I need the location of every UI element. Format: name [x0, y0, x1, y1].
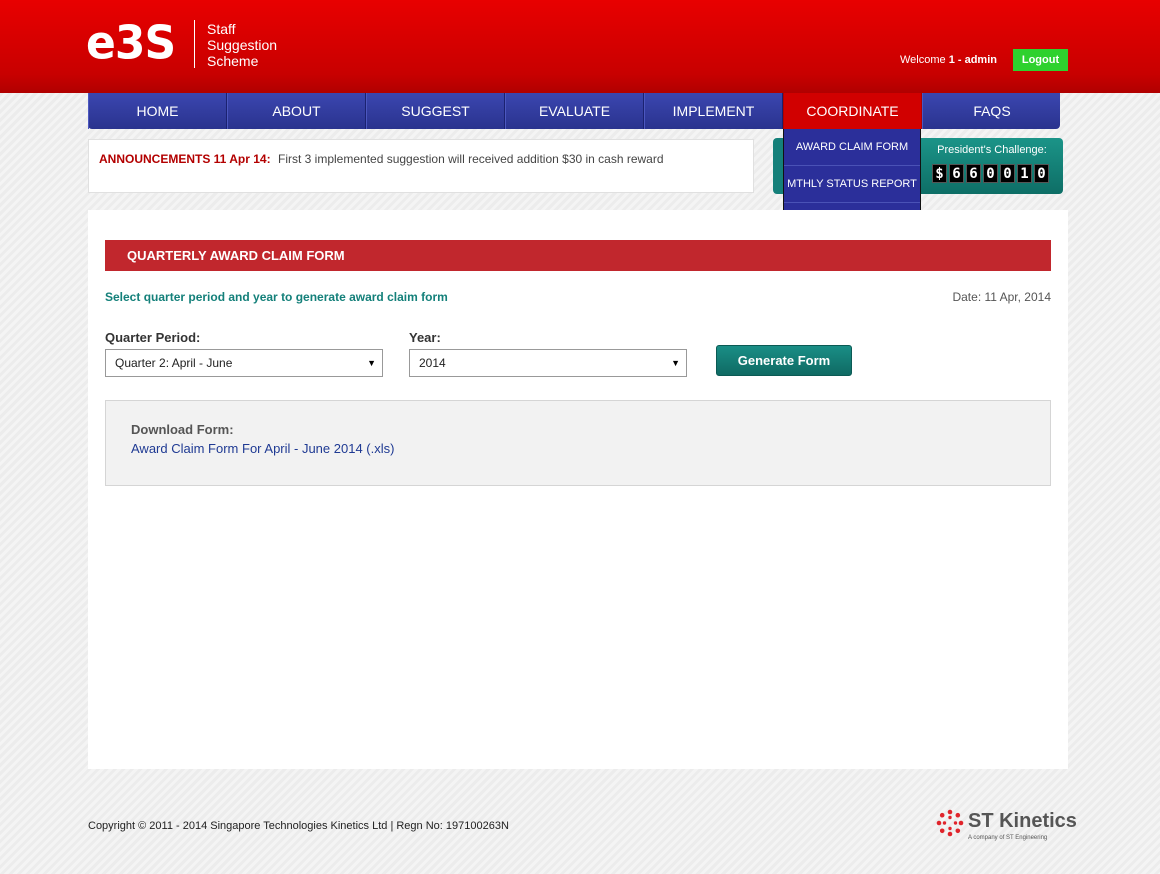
- brand-name: ST Kinetics: [968, 810, 1077, 832]
- tagline-line: Suggestion: [207, 37, 278, 53]
- counter-digit: 0: [1000, 164, 1015, 183]
- quarter-period-value: Quarter 2: April - June: [115, 356, 233, 370]
- main-content: QUARTERLY AWARD CLAIM FORM Select quarte…: [88, 210, 1068, 769]
- nav-item-coordinate[interactable]: COORDINATE: [783, 93, 922, 129]
- logo-divider: [194, 20, 195, 68]
- copyright-text: Copyright © 2011 - 2014 Singapore Techno…: [88, 820, 509, 832]
- e3s-logo[interactable]: e3S: [86, 17, 176, 71]
- counter-digit: 0: [1034, 164, 1049, 183]
- announcement-label: ANNOUNCEMENTS 11 Apr 14:: [99, 152, 271, 166]
- logout-button[interactable]: Logout: [1013, 49, 1068, 71]
- announcement-text: First 3 implemented suggestion will rece…: [278, 152, 664, 166]
- presidents-challenge: President's Challenge: $ 6 6 0 0 1 0: [921, 138, 1063, 194]
- nav-item-faqs[interactable]: FAQS: [922, 93, 1061, 129]
- welcome-user: 1 - admin: [948, 54, 997, 66]
- year-value: 2014: [419, 356, 446, 370]
- nav-item-implement[interactable]: IMPLEMENT: [644, 93, 783, 129]
- page-title: QUARTERLY AWARD CLAIM FORM: [105, 240, 1051, 271]
- welcome-prefix: Welcome: [900, 54, 949, 66]
- instruction-text: Select quarter period and year to genera…: [105, 290, 448, 304]
- year-label: Year:: [409, 330, 441, 345]
- counter-digit: $: [932, 164, 947, 183]
- current-date: Date: 11 Apr, 2014: [952, 290, 1051, 304]
- brand-subtitle: A company of ST Engineering: [968, 835, 1048, 841]
- counter-digit: 1: [1017, 164, 1032, 183]
- challenge-label: President's Challenge:: [937, 144, 1047, 156]
- download-panel: Download Form: Award Claim Form For Apri…: [105, 400, 1051, 486]
- counter-digit: 0: [983, 164, 998, 183]
- dropdown-arrow-icon: ▼: [671, 358, 680, 368]
- dropdown-arrow-icon: ▼: [367, 358, 376, 368]
- menu-item-award-claim-form[interactable]: AWARD CLAIM FORM: [784, 129, 920, 166]
- quarter-period-label: Quarter Period:: [105, 330, 201, 345]
- nav-item-about[interactable]: ABOUT: [227, 93, 366, 129]
- main-nav: HOME ABOUT SUGGEST EVALUATE IMPLEMENT CO…: [88, 93, 1060, 129]
- menu-item-monthly-status-report[interactable]: MTHLY STATUS REPORT: [784, 166, 920, 203]
- header: e3S Staff Suggestion Scheme Welcome 1 - …: [0, 0, 1160, 93]
- st-kinetics-logo: ST Kinetics A company of ST Engineering: [935, 808, 1077, 844]
- tagline: Staff Suggestion Scheme: [207, 21, 277, 69]
- counter-digit: 6: [966, 164, 981, 183]
- generate-form-button[interactable]: Generate Form: [716, 345, 852, 376]
- announcement-box: ANNOUNCEMENTS 11 Apr 14: First 3 impleme…: [88, 139, 754, 193]
- year-select[interactable]: 2014 ▼: [409, 349, 687, 377]
- nav-item-home[interactable]: HOME: [88, 93, 227, 129]
- counter-digit: 6: [949, 164, 964, 183]
- tagline-line: Staff: [207, 21, 236, 37]
- nav-item-suggest[interactable]: SUGGEST: [366, 93, 505, 129]
- tagline-line: Scheme: [207, 53, 259, 69]
- download-link[interactable]: Award Claim Form For April - June 2014 (…: [131, 441, 394, 456]
- challenge-counter: $ 6 6 0 0 1 0: [932, 164, 1049, 183]
- welcome-text: Welcome 1 - admin: [900, 54, 997, 66]
- quarter-period-select[interactable]: Quarter 2: April - June ▼: [105, 349, 383, 377]
- download-title: Download Form:: [131, 422, 234, 437]
- starburst-icon: [936, 809, 964, 837]
- nav-item-evaluate[interactable]: EVALUATE: [505, 93, 644, 129]
